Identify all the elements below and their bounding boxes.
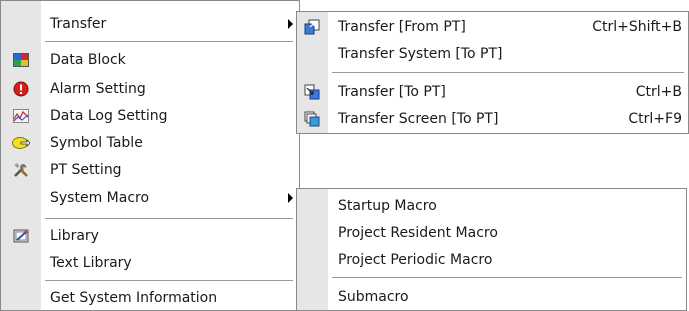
menu-item-alarm-setting[interactable]: Alarm Setting — [1, 76, 299, 102]
menu-item-shortcut: Ctrl+Shift+B — [592, 19, 682, 35]
menu-item-label: Startup Macro — [338, 198, 437, 214]
menu-item-transfer-to-pt[interactable]: Transfer [To PT] Ctrl+B — [297, 79, 688, 105]
menu-item-label: Transfer [To PT] — [338, 84, 446, 100]
menu-item-shortcut: Ctrl+F9 — [628, 111, 682, 127]
menu-item-label: Project Periodic Macro — [338, 252, 493, 268]
submenu-arrow-icon — [288, 193, 293, 203]
menu-item-data-log-setting[interactable]: Data Log Setting — [1, 103, 299, 129]
menu-item-label: Submacro — [338, 289, 409, 305]
main-context-menu: Transfer Data Block Alarm Setting Data L… — [0, 0, 300, 311]
data-block-icon — [12, 51, 30, 69]
menu-item-project-periodic-macro[interactable]: Project Periodic Macro — [297, 247, 686, 273]
menu-item-submacro[interactable]: Submacro — [297, 284, 686, 310]
transfer-from-pt-icon — [303, 18, 321, 36]
menu-separator — [332, 72, 684, 74]
menu-item-text-library[interactable]: Text Library — [1, 250, 299, 276]
submenu-arrow-icon — [288, 19, 293, 29]
transfer-submenu: Transfer [From PT] Ctrl+Shift+B Transfer… — [296, 11, 689, 134]
menu-item-transfer-from-pt[interactable]: Transfer [From PT] Ctrl+Shift+B — [297, 14, 688, 40]
menu-item-transfer[interactable]: Transfer — [1, 11, 299, 37]
menu-item-label: Transfer — [50, 16, 107, 32]
alarm-icon — [12, 80, 30, 98]
menu-item-label: Library — [50, 228, 99, 244]
menu-item-library[interactable]: Library — [1, 223, 299, 249]
tools-icon — [12, 161, 30, 179]
menu-item-label: Data Log Setting — [50, 108, 168, 124]
menu-item-symbol-table[interactable]: Symbol Table — [1, 130, 299, 156]
menu-item-label: PT Setting — [50, 162, 122, 178]
menu-item-label: System Macro — [50, 190, 150, 206]
menu-item-transfer-system-to-pt[interactable]: Transfer System [To PT] — [297, 41, 688, 67]
menu-item-system-macro[interactable]: System Macro — [1, 185, 299, 211]
symbol-table-icon — [12, 134, 30, 152]
menu-item-label: Data Block — [50, 52, 126, 68]
menu-item-label: Transfer [From PT] — [338, 19, 466, 35]
menu-item-transfer-screen-to-pt[interactable]: Transfer Screen [To PT] Ctrl+F9 — [297, 106, 688, 132]
transfer-to-pt-icon — [303, 83, 321, 101]
menu-item-label: Get System Information — [50, 290, 218, 306]
menu-item-label: Symbol Table — [50, 135, 143, 151]
system-macro-submenu: Startup Macro Project Resident Macro Pro… — [296, 188, 687, 311]
menu-item-label: Text Library — [50, 255, 132, 271]
menu-separator — [45, 280, 293, 282]
menu-item-label: Transfer Screen [To PT] — [338, 111, 499, 127]
menu-item-data-block[interactable]: Data Block — [1, 47, 299, 73]
menu-item-pt-setting[interactable]: PT Setting — [1, 157, 299, 183]
menu-separator — [332, 277, 682, 279]
transfer-screen-icon — [303, 110, 321, 128]
menu-item-startup-macro[interactable]: Startup Macro — [297, 193, 686, 219]
menu-item-label: Transfer System [To PT] — [338, 46, 503, 62]
menu-separator — [45, 218, 293, 220]
menu-separator — [45, 41, 293, 43]
menu-item-label: Alarm Setting — [50, 81, 146, 97]
library-icon — [12, 227, 30, 245]
menu-item-label: Project Resident Macro — [338, 225, 498, 241]
menu-item-get-system-information[interactable]: Get System Information — [1, 285, 299, 311]
menu-item-shortcut: Ctrl+B — [635, 84, 682, 100]
menu-item-project-resident-macro[interactable]: Project Resident Macro — [297, 220, 686, 246]
data-log-icon — [12, 107, 30, 125]
